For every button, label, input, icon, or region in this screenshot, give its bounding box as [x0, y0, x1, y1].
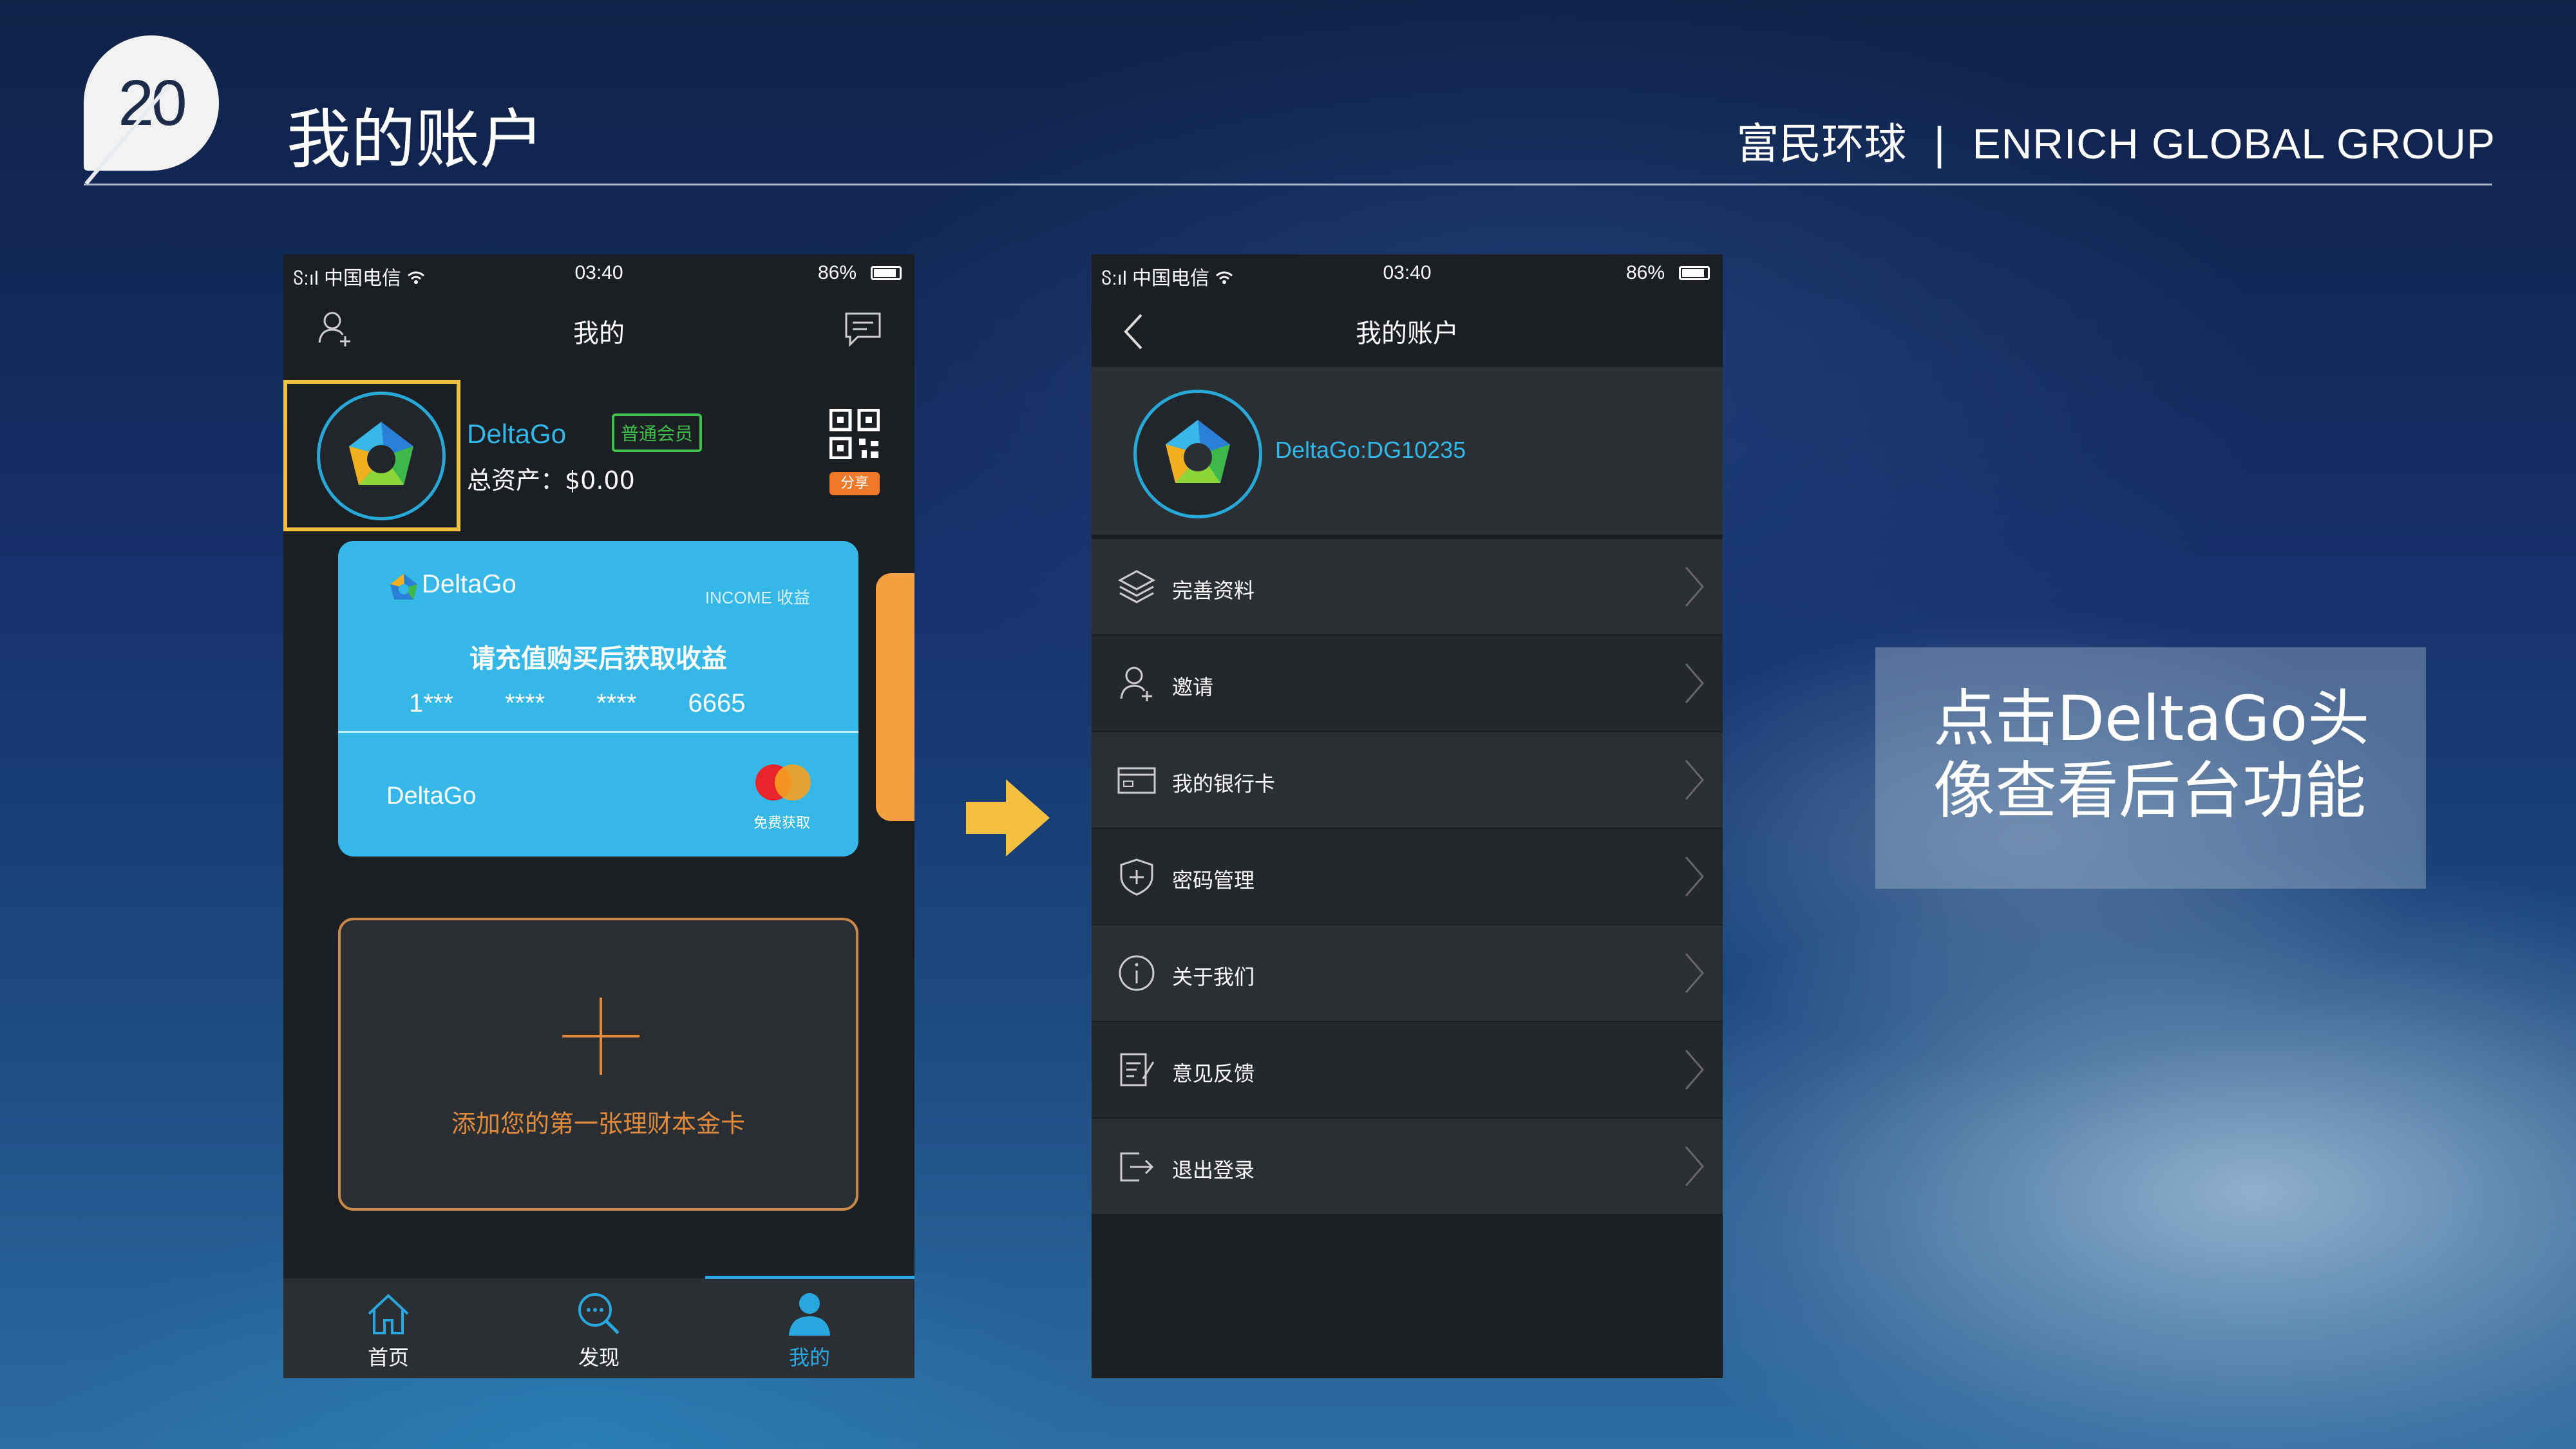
share-badge[interactable]: 分享: [829, 472, 880, 495]
menu-item-complete-profile[interactable]: 完善资料: [1092, 539, 1723, 634]
menu-label: 完善资料: [1172, 578, 1255, 603]
chevron-right-icon: [1685, 953, 1704, 993]
card-number: 1*** **** **** 6665: [409, 689, 797, 718]
battery-percent: 86%: [817, 262, 857, 283]
phone-screen-my-account: ჽ:ıl 中国电信 03:40 86% 我的账户 DeltaGo:DG10235…: [1092, 254, 1723, 1378]
next-card-peek[interactable]: [876, 573, 914, 821]
message-icon[interactable]: [844, 311, 882, 348]
chevron-right-icon: [1685, 1050, 1704, 1090]
brand-header: 富民环球 | ENRICH GLOBAL GROUP: [1736, 109, 2496, 171]
battery-icon: [1679, 266, 1710, 280]
layers-icon: [1117, 570, 1156, 603]
phone-screen-my: ჽ:ıl 中国电信 03:40 86% 我的 DeltaGo 普通会员 总资产：…: [283, 254, 914, 1378]
member-badge: 普通会员: [612, 413, 703, 452]
nav-bar: 我的: [283, 293, 914, 364]
account-profile[interactable]: DeltaGo:DG10235: [1092, 367, 1723, 535]
tab-label: 首页: [367, 1345, 409, 1370]
avatar[interactable]: [317, 392, 446, 520]
total-assets: 总资产：$0.00: [467, 466, 635, 495]
active-tab-indicator: [705, 1276, 914, 1279]
brand-en: ENRICH GLOBAL GROUP: [1972, 120, 2496, 167]
chevron-right-icon: [1685, 760, 1704, 800]
tab-bar: 首页 发现 我的: [283, 1278, 914, 1378]
status-bar: ჽ:ıl 中国电信 03:40 86%: [1092, 254, 1723, 293]
menu-item-password[interactable]: 密码管理: [1092, 829, 1723, 924]
menu-label: 邀请: [1172, 675, 1214, 699]
add-user-icon: [1120, 667, 1152, 701]
user-icon: [789, 1293, 830, 1336]
callout-box: 点击DeltaGo头 像查看后台功能: [1875, 647, 2426, 889]
menu-item-feedback[interactable]: 意见反馈: [1092, 1022, 1723, 1117]
logout-icon: [1120, 1152, 1154, 1182]
shield-icon: [1120, 858, 1153, 896]
income-card[interactable]: DeltaGo INCOME 收益 请充值购买后获取收益 1*** **** ***…: [338, 541, 858, 857]
nav-bar: 我的账户: [1092, 293, 1723, 364]
tab-label: 发现: [578, 1345, 620, 1370]
card-holder: DeltaGo: [386, 782, 477, 810]
menu-item-invite[interactable]: 邀请: [1092, 636, 1723, 731]
callout-text: 点击DeltaGo头 像查看后台功能: [1933, 683, 2410, 827]
card-divider: [338, 731, 858, 733]
free-get-label: 免费获取: [753, 815, 810, 831]
search-icon: [578, 1293, 620, 1334]
brand-separator: |: [1932, 119, 1947, 169]
menu-label: 退出登录: [1172, 1158, 1255, 1182]
status-bar: ჽ:ıl 中国电信 03:40 86%: [283, 254, 914, 293]
info-icon: [1119, 955, 1155, 991]
add-card-label: 添加您的第一张理财本金卡: [451, 1110, 745, 1138]
deltago-logo-icon: [349, 422, 413, 485]
card-number-group: 1***: [409, 689, 453, 717]
tab-mine[interactable]: 我的: [705, 1278, 914, 1378]
menu-label: 意见反馈: [1172, 1061, 1255, 1086]
card-income-label: INCOME 收益: [705, 588, 810, 607]
qr-code-icon[interactable]: [829, 409, 880, 459]
home-icon: [368, 1294, 409, 1334]
nav-title: 我的账户: [1356, 319, 1459, 348]
battery-icon: [871, 266, 902, 280]
chevron-right-icon: [1685, 1146, 1704, 1186]
card-number-group: ****: [504, 689, 545, 717]
tab-discover[interactable]: 发现: [494, 1278, 704, 1378]
card-logo-icon: [390, 574, 417, 600]
chevron-right-icon: [1685, 663, 1704, 703]
menu-label: 关于我们: [1172, 965, 1255, 989]
nav-title: 我的: [573, 319, 625, 348]
menu-label: 我的银行卡: [1172, 772, 1276, 796]
brand-cn: 富民环球: [1736, 119, 1907, 169]
card-number-group: 6665: [688, 689, 746, 717]
tab-home[interactable]: 首页: [283, 1278, 493, 1378]
add-card-button[interactable]: 添加您的第一张理财本金卡: [338, 918, 858, 1211]
deltago-logo-icon: [1166, 420, 1230, 483]
menu-item-bank-card[interactable]: 我的银行卡: [1092, 732, 1723, 828]
chevron-right-icon: [1685, 567, 1704, 607]
arrow-right-icon: [966, 779, 1050, 857]
header-divider: [84, 184, 2492, 185]
mastercard-icon: [755, 764, 811, 800]
bank-card-icon: [1117, 767, 1156, 794]
account-id: DeltaGo:DG10235: [1275, 437, 1466, 463]
avatar[interactable]: [1133, 390, 1262, 518]
battery-percent: 86%: [1625, 262, 1665, 283]
card-number-group: ****: [596, 689, 637, 717]
callout-line-2: 像查看后台功能: [1933, 755, 2366, 827]
plus-icon: [562, 998, 639, 1075]
tab-label: 我的: [788, 1345, 830, 1370]
menu-item-about[interactable]: 关于我们: [1092, 925, 1723, 1021]
card-prompt: 请充值购买后获取收益: [469, 644, 727, 674]
chevron-right-icon: [1685, 857, 1704, 896]
slide-title: 我的账户: [287, 102, 544, 177]
callout-line-1: 点击DeltaGo头: [1933, 683, 2370, 755]
card-brand: DeltaGo: [422, 570, 516, 598]
menu-label: 密码管理: [1172, 868, 1255, 893]
feedback-icon: [1120, 1053, 1155, 1086]
profile-name[interactable]: DeltaGo: [467, 419, 566, 450]
menu-item-logout[interactable]: 退出登录: [1092, 1119, 1723, 1214]
